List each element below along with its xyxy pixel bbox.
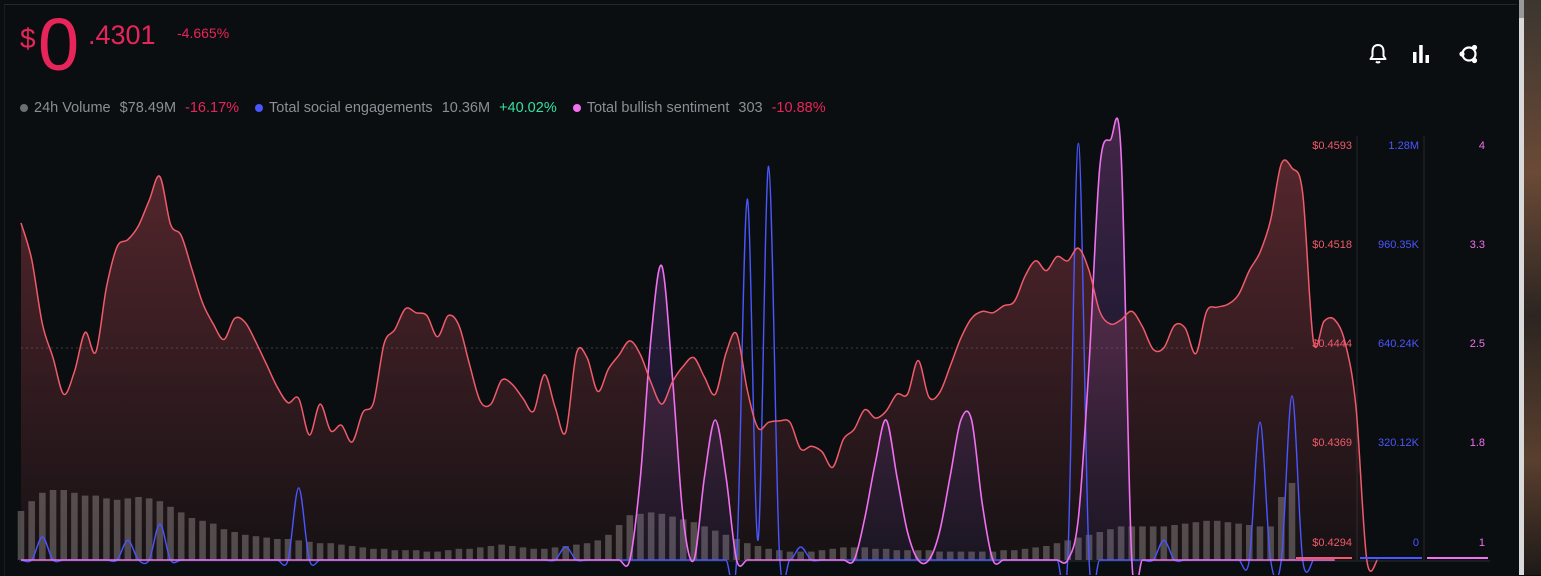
bullish-axis-tick: 1.8 bbox=[1470, 437, 1485, 449]
price-axis-tick: $0.4518 bbox=[1312, 239, 1352, 251]
axis-color-bar bbox=[1427, 557, 1488, 559]
engagement-axis-tick: 0 bbox=[1413, 537, 1419, 549]
price-axis-tick: $0.4294 bbox=[1312, 537, 1352, 549]
axis-color-bar bbox=[1296, 557, 1352, 559]
axis-color-bar bbox=[1360, 557, 1422, 559]
engagement-axis-tick: 1.28M bbox=[1388, 140, 1419, 152]
engagement-axis-tick: 640.24K bbox=[1378, 338, 1420, 350]
bullish-axis-tick: 4 bbox=[1479, 140, 1485, 152]
price-axis-tick: $0.4444 bbox=[1312, 338, 1352, 350]
price-axis-tick: $0.4593 bbox=[1312, 140, 1352, 152]
bullish-axis-tick: 1 bbox=[1479, 537, 1485, 549]
engagement-axis-tick: 960.35K bbox=[1378, 239, 1420, 251]
price-axis-tick: $0.4369 bbox=[1312, 437, 1352, 449]
bullish-axis-tick: 3.3 bbox=[1470, 239, 1485, 251]
price-chart[interactable]: $0.4593 $0.4518 $0.4444 $0.4369 $0.4294 1.28M… bbox=[0, 0, 1541, 575]
bullish-axis-tick: 2.5 bbox=[1470, 338, 1485, 350]
engagement-axis-tick: 320.12K bbox=[1378, 437, 1420, 449]
